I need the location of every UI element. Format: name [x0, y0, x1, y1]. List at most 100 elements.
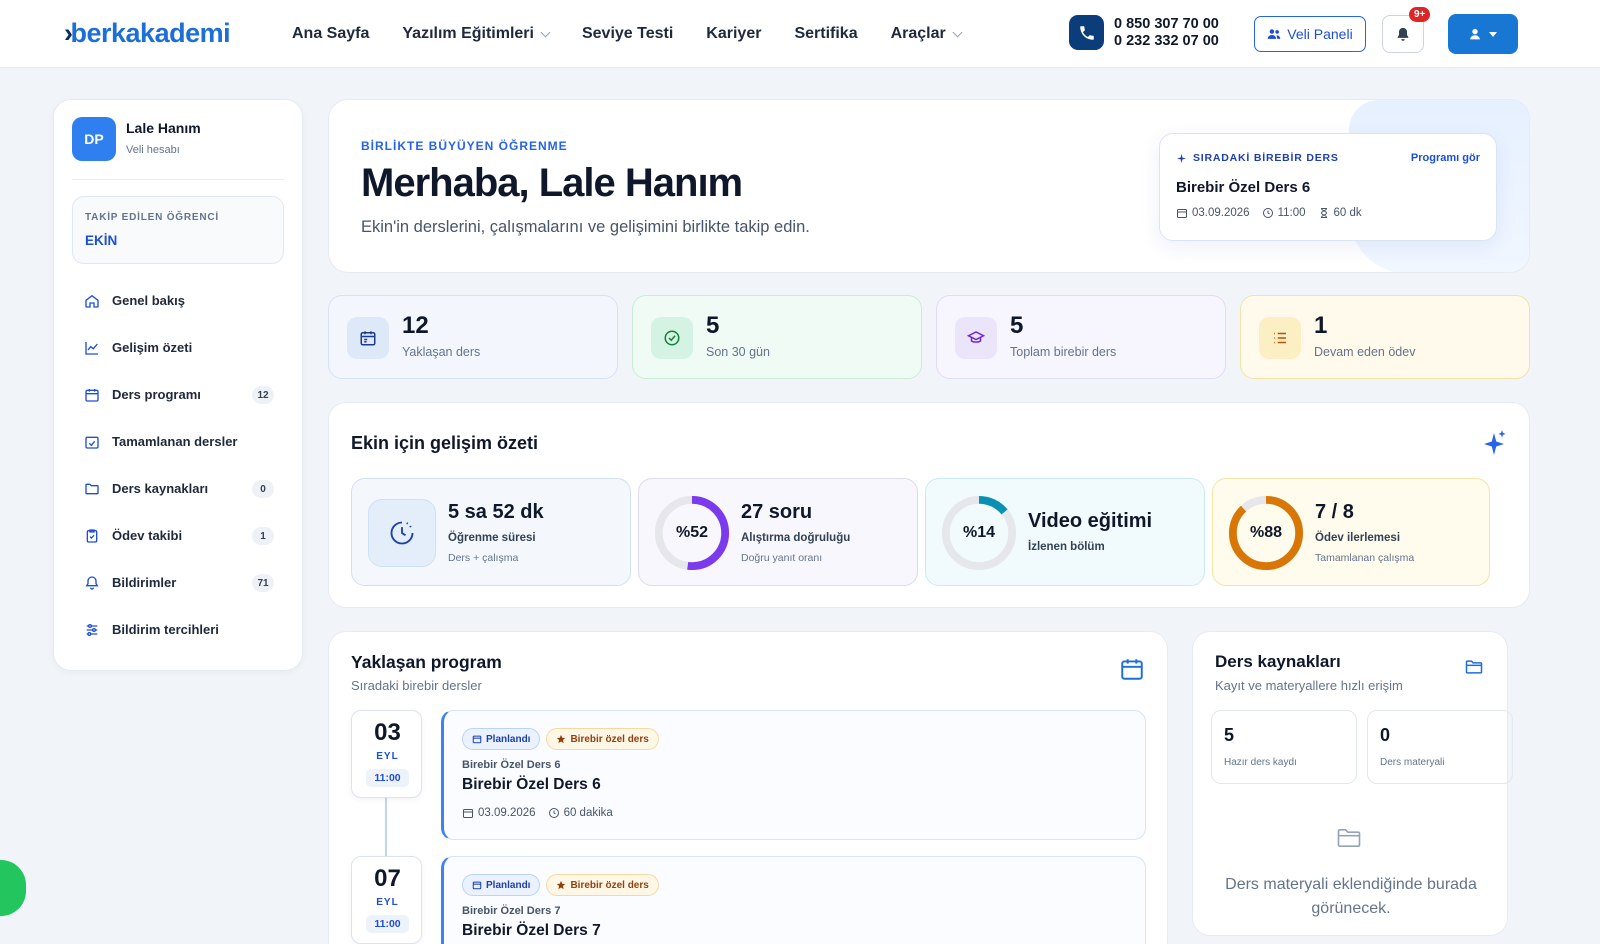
brand-logo[interactable]: ›berkakademi	[64, 18, 231, 49]
nav-seviye-testi[interactable]: Seviye Testi	[582, 25, 673, 43]
phone-numbers[interactable]: 0 850 307 70 00 0 232 332 07 00	[1114, 16, 1219, 50]
type-label: Birebir özel ders	[570, 733, 649, 745]
upcoming-program-card: Yaklaşan program Sıradaki birebir dersle…	[328, 631, 1168, 944]
stat-value: 12	[402, 312, 429, 339]
stat-label: Son 30 gün	[706, 345, 770, 359]
notification-badge: 9+	[1409, 7, 1431, 22]
lesson-card[interactable]: Planlandı Birebir özel ders Birebir Özel…	[441, 710, 1146, 840]
clock-icon	[548, 808, 559, 818]
section-title: Ders kaynakları	[1215, 652, 1341, 671]
sidebar-item-label: Bildirimler	[112, 575, 177, 590]
tracked-student-card[interactable]: TAKİP EDİLEN ÖĞRENCİ EKİN	[72, 196, 284, 264]
status-label: Planlandı	[486, 879, 531, 891]
lesson-card[interactable]: Planlandı Birebir özel ders Birebir Özel…	[441, 856, 1146, 944]
empty-state-text: Ders materyali eklendiğinde burada görün…	[1225, 876, 1477, 917]
date-box: 07 EYL 11:00	[351, 856, 422, 944]
view-program-link[interactable]: Programı gör	[1411, 152, 1480, 164]
nav-kariyer[interactable]: Kariyer	[706, 25, 761, 43]
recordings-box[interactable]: 5 Hazır ders kaydı	[1211, 710, 1357, 784]
lesson-chips: Planlandı Birebir özel ders	[462, 728, 659, 750]
stat-value: 5	[1010, 312, 1024, 339]
stat-value: 1	[1314, 312, 1328, 339]
divider	[72, 179, 284, 180]
clock-icon	[1262, 208, 1273, 218]
parent-panel-label: Veli Paneli	[1287, 26, 1353, 42]
status-badge: Planlandı	[462, 728, 541, 750]
hero-subtitle: Ekin'in derslerini, çalışmalarını ve gel…	[361, 218, 810, 236]
star-icon	[557, 880, 566, 890]
whatsapp-chat-button[interactable]	[0, 860, 26, 916]
stat-label: Devam eden ödev	[1314, 345, 1416, 359]
sidebar-item-label: Genel bakış	[112, 293, 185, 308]
sidebar-item-ders-programi[interactable]: Ders programı 12	[72, 371, 284, 418]
sidebar-item-bildirimler[interactable]: Bildirimler 71	[72, 559, 284, 606]
nav-sertifika[interactable]: Sertifika	[794, 25, 857, 43]
calendar-icon	[463, 809, 473, 818]
phone-number-2[interactable]: 0 232 332 07 00	[1114, 33, 1219, 50]
sidebar-item-label: Tamamlanan dersler	[112, 434, 238, 449]
metric-learning-time[interactable]: 5 sa 52 dk Öğrenme süresi Ders + çalışma	[351, 478, 631, 586]
lesson-title: Birebir Özel Ders 7	[462, 922, 601, 939]
metric-label: İzlenen bölüm	[1028, 541, 1105, 553]
next-lesson-duration: 60 dk	[1333, 207, 1362, 219]
metric-value: Video eğitimi	[1028, 510, 1153, 532]
folder-icon[interactable]	[1463, 657, 1485, 677]
status-label: Planlandı	[486, 733, 531, 745]
sidebar-item-ders-kaynaklari[interactable]: Ders kaynakları 0	[72, 465, 284, 512]
calendar-check-icon	[83, 433, 101, 451]
nav-araclar[interactable]: Araçlar	[891, 25, 963, 43]
hourglass-icon	[1320, 208, 1327, 218]
date-day: 03	[374, 719, 401, 746]
stat-label: Yaklaşan ders	[402, 345, 481, 359]
phone-number-1[interactable]: 0 850 307 70 00	[1114, 16, 1219, 33]
date-month: EYL	[376, 897, 399, 908]
tracked-student-label: TAKİP EDİLEN ÖĞRENCİ	[85, 212, 219, 223]
section-subtitle: Kayıt ve materyallere hızlı erişim	[1215, 678, 1403, 693]
metric-label: Ödev ilerlemesi	[1315, 532, 1401, 544]
lesson-subtitle: Birebir Özel Ders 6	[462, 759, 561, 771]
sidebar-item-genel-bakis[interactable]: Genel bakış	[72, 277, 284, 324]
materials-label: Ders materyali	[1380, 757, 1445, 768]
sidebar-item-bildirim-tercihleri[interactable]: Bildirim tercihleri	[72, 606, 284, 653]
count-badge: 12	[252, 386, 274, 404]
home-icon	[83, 292, 101, 310]
type-badge: Birebir özel ders	[546, 728, 659, 750]
metric-label: Öğrenme süresi	[448, 532, 536, 544]
sidebar-item-gelisim-ozeti[interactable]: Gelişim özeti	[72, 324, 284, 371]
clipboard-icon	[83, 527, 101, 545]
next-lesson-card: SIRADAKİ BİREBİR DERS Programı gör Bireb…	[1159, 133, 1497, 241]
stat-ongoing-homework[interactable]: 1 Devam eden ödev	[1240, 295, 1530, 379]
sparkle-icon	[1176, 153, 1187, 163]
chevron-down-icon	[952, 27, 963, 37]
folder-icon	[83, 480, 101, 498]
user-menu-button[interactable]	[1448, 14, 1518, 54]
calendar-icon[interactable]	[1119, 656, 1145, 682]
type-badge: Birebir özel ders	[546, 874, 659, 896]
stat-value: 5	[706, 312, 720, 339]
top-navbar: ›berkakademi Ana Sayfa Yazılım Eğitimler…	[0, 0, 1600, 68]
date-time: 11:00	[366, 915, 409, 933]
user-role: Veli hesabı	[126, 144, 180, 156]
stat-total-private-lessons[interactable]: 5 Toplam birebir ders	[936, 295, 1226, 379]
parent-panel-button[interactable]: Veli Paneli	[1254, 16, 1366, 52]
metric-value: 7 / 8	[1315, 501, 1354, 523]
nav-yazilim-egitimleri[interactable]: Yazılım Eğitimleri	[402, 25, 551, 43]
stat-upcoming-lessons[interactable]: 12 Yaklaşan ders	[328, 295, 618, 379]
metric-practice-accuracy[interactable]: %52 27 soru Alıştırma doğruluğu Doğru ya…	[638, 478, 918, 586]
folder-icon	[1337, 829, 1361, 847]
stat-last-30-days[interactable]: 5 Son 30 gün	[632, 295, 922, 379]
calendar-icon	[472, 881, 482, 890]
sidebar-item-tamamlanan-dersler[interactable]: Tamamlanan dersler	[72, 418, 284, 465]
metric-video-training[interactable]: %14 Video eğitimi İzlenen bölüm	[925, 478, 1205, 586]
metric-homework-progress[interactable]: %88 7 / 8 Ödev ilerlemesi Tamamlanan çal…	[1212, 478, 1490, 586]
sidebar-item-odev-takibi[interactable]: Ödev takibi 1	[72, 512, 284, 559]
clock-icon	[368, 499, 436, 567]
resources-card: Ders kaynakları Kayıt ve materyallere hı…	[1192, 631, 1513, 936]
caret-down-icon	[1489, 31, 1497, 37]
nav-ana-sayfa[interactable]: Ana Sayfa	[292, 25, 369, 43]
sidebar-item-label: Bildirim tercihleri	[112, 622, 219, 637]
users-icon	[1267, 29, 1281, 39]
materials-box[interactable]: 0 Ders materyali	[1367, 710, 1513, 784]
phone-icon[interactable]	[1069, 15, 1104, 50]
date-day: 07	[374, 865, 401, 892]
